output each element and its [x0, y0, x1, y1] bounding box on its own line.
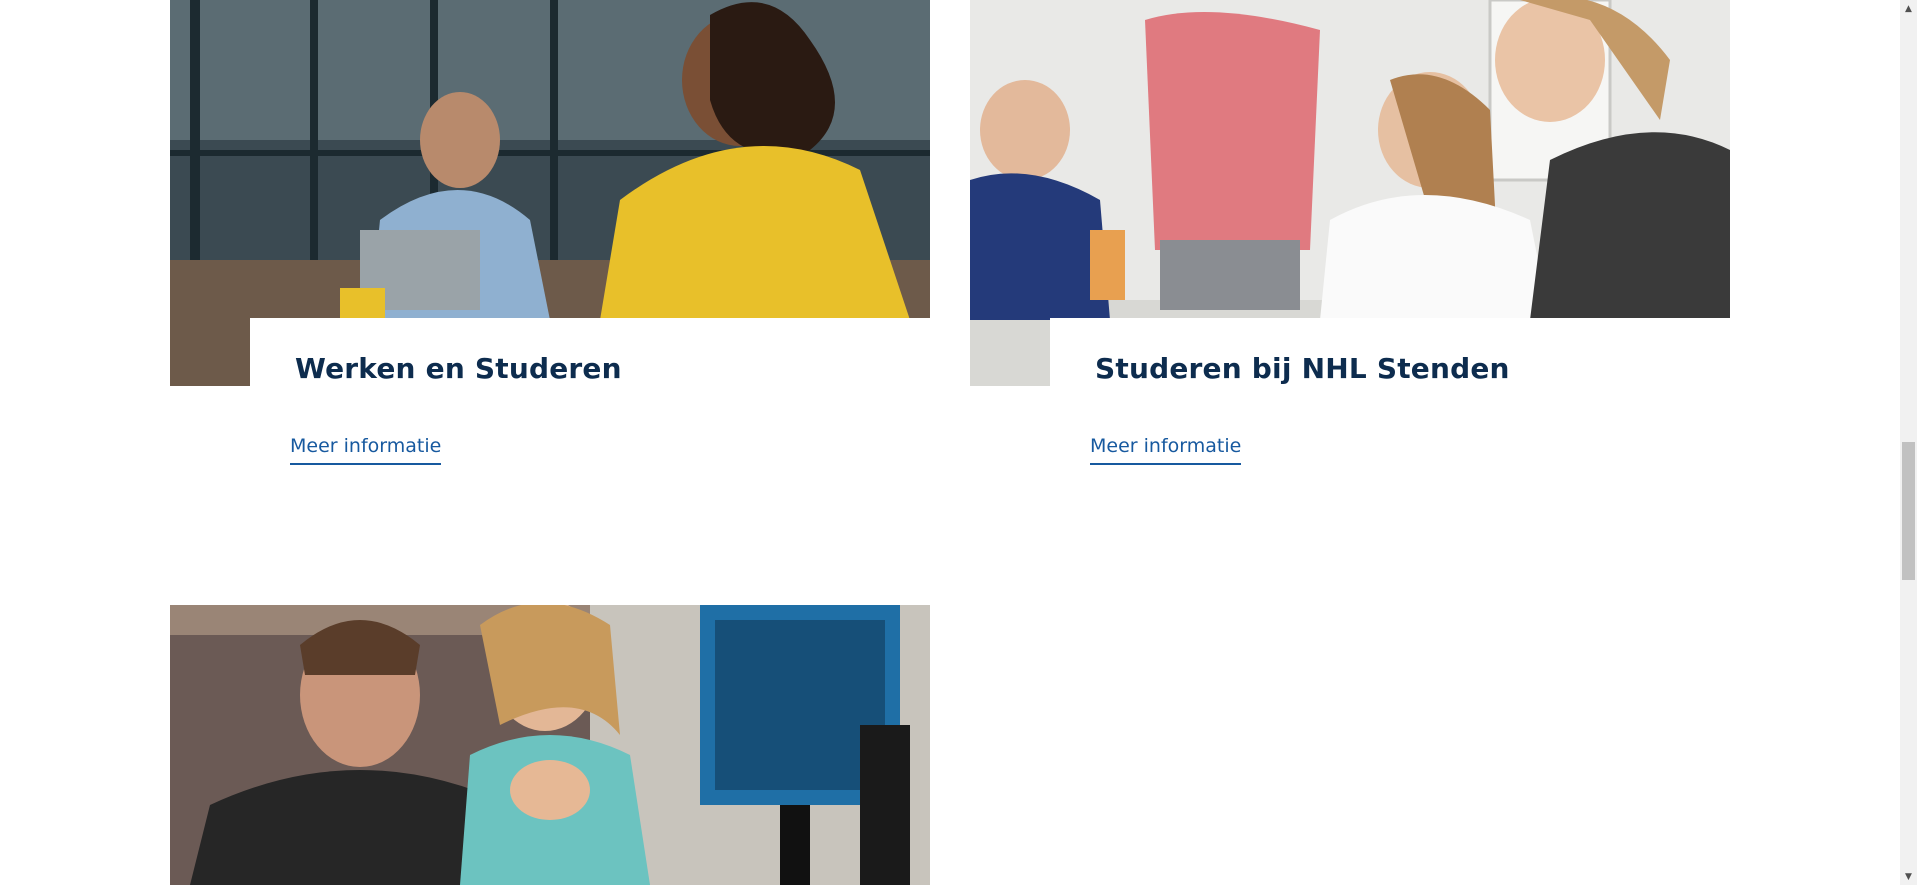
- scroll-up-arrow-icon[interactable]: ▲: [1900, 0, 1917, 17]
- scrollbar-thumb[interactable]: [1902, 442, 1915, 580]
- card-title: Werken en Studeren: [295, 352, 622, 385]
- card-werken-en-studeren: Werken en Studeren Meer informatie: [170, 0, 930, 470]
- card-image[interactable]: [170, 605, 930, 885]
- card-students-monitor: [170, 605, 930, 885]
- page: Werken en Studeren Meer informatie Stude…: [0, 0, 1917, 885]
- card-title: Studeren bij NHL Stenden: [1095, 352, 1510, 385]
- vertical-scrollbar[interactable]: ▲ ▼: [1900, 0, 1917, 885]
- meer-informatie-link[interactable]: Meer informatie: [290, 435, 442, 465]
- scroll-down-arrow-icon[interactable]: ▼: [1900, 868, 1917, 885]
- students-monitor-photo: [170, 605, 930, 885]
- card-studeren-bij-nhl-stenden: Studeren bij NHL Stenden Meer informatie: [970, 0, 1730, 470]
- meer-informatie-link[interactable]: Meer informatie: [1090, 435, 1242, 465]
